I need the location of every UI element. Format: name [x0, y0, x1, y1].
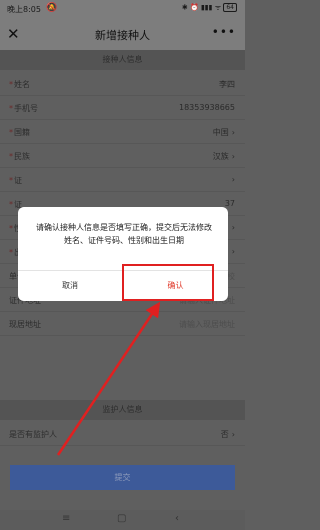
chevron-right-icon: › [231, 247, 235, 256]
form-field-value: › [229, 175, 235, 184]
form-field[interactable]: *姓名 李四 [0, 72, 245, 96]
form-field-label: 现居地址 [9, 320, 41, 329]
chevron-right-icon: › [231, 430, 235, 439]
form-field-value: 汉族 › [212, 152, 235, 161]
form-field-value: 18353938665 [179, 103, 235, 112]
form-field-label: *手机号 [9, 104, 38, 113]
section-recipient-info: 接种人信息 [0, 50, 245, 70]
menu-icon[interactable]: ≡ [62, 513, 70, 524]
dialog-message: 请确认接种人信息是否填写正确，提交后无法修改姓名、证件号码、性别和出生日期 [36, 223, 212, 245]
chevron-right-icon: › [231, 152, 235, 161]
cancel-button[interactable]: 取消 [18, 271, 122, 301]
form-field-value: 李四 [219, 80, 235, 89]
section-guardian-info: 监护人信息 [0, 400, 245, 420]
page-title: 新增接种人 [95, 29, 150, 42]
form-field-value: 37 [224, 199, 235, 208]
form-field-label: *国籍 [9, 128, 30, 137]
status-time: 晚上8:05 [7, 5, 41, 14]
guardian-field[interactable]: 是否有监护人 否 › [0, 422, 245, 446]
chevron-right-icon: › [231, 175, 235, 184]
chevron-right-icon: › [231, 128, 235, 137]
home-icon[interactable]: ▢ [117, 513, 126, 524]
status-bar: 晚上8:05 🔕 ✱ ⏰ ▮▮▮ ᯤ 64 [0, 0, 245, 18]
form-field-label: *姓名 [9, 80, 30, 89]
android-nav-bar: ≡ ▢ ‹ [0, 510, 245, 530]
signal-icons: ✱ ⏰ ▮▮▮ ᯤ [181, 3, 222, 12]
guardian-field-value: 否 › [220, 430, 235, 439]
form-field-value: › [229, 247, 235, 256]
status-indicators: ✱ ⏰ ▮▮▮ ᯤ 64 [182, 3, 237, 13]
form-field[interactable]: *民族 汉族 › [0, 144, 245, 168]
nav-bar: ✕ 新增接种人 ••• [0, 18, 245, 50]
form-field-label: *民族 [9, 152, 30, 161]
form-field[interactable]: *证 › [0, 168, 245, 192]
battery-icon: 64 [223, 3, 237, 12]
back-icon[interactable]: ‹ [175, 513, 179, 524]
form-field[interactable]: 现居地址 请输入现居地址 [0, 312, 245, 336]
more-icon[interactable]: ••• [212, 25, 236, 39]
chevron-right-icon: › [231, 223, 235, 232]
form-field-label: *证 [9, 176, 22, 185]
guardian-field-label: 是否有监护人 [9, 430, 57, 439]
confirm-dialog: 请确认接种人信息是否填写正确，提交后无法修改姓名、证件号码、性别和出生日期 取消… [18, 207, 228, 301]
form-field-value: 请输入现居地址 [179, 320, 235, 329]
submit-button[interactable]: 提交 [10, 465, 235, 490]
confirm-button[interactable]: 确认 [123, 271, 228, 301]
mute-icon: 🔕 [46, 3, 58, 13]
form-field-value: › [229, 223, 235, 232]
form-field-value: 中国 › [212, 128, 235, 137]
form-field[interactable]: *国籍 中国 › [0, 120, 245, 144]
form-field[interactable]: *手机号 18353938665 [0, 96, 245, 120]
